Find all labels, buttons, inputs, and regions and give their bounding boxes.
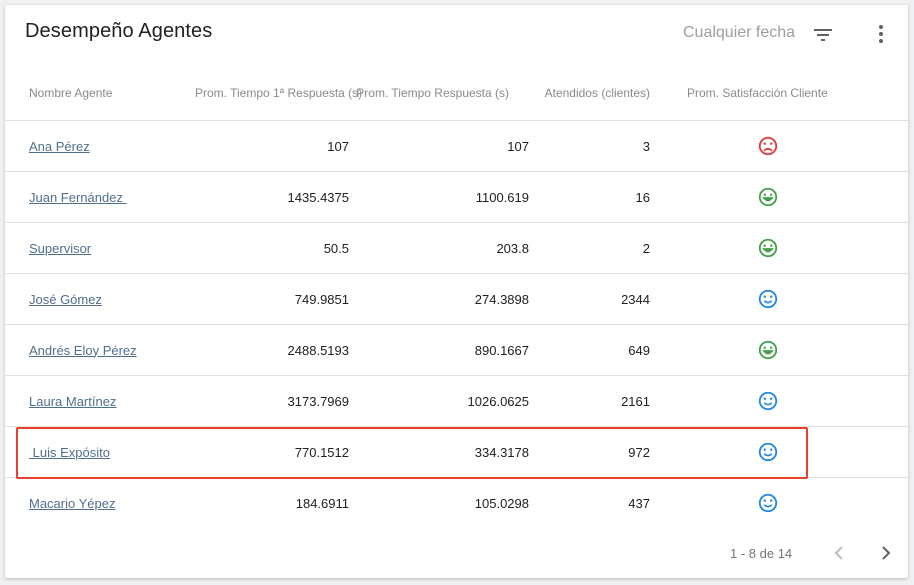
- chevron-left-icon[interactable]: [827, 541, 851, 565]
- column-header-first-response[interactable]: Prom. Tiempo 1ª Respuesta (s): [195, 65, 362, 121]
- agent-name-cell: Supervisor: [5, 222, 195, 274]
- first-response-cell: 749.9851: [195, 273, 349, 325]
- first-response-cell: 184.6911: [295, 495, 349, 511]
- filter-list-icon[interactable]: [811, 23, 835, 47]
- first-response-cell: 3173.7969: [195, 375, 349, 427]
- agent-name-cell: Juan Fernández: [5, 171, 195, 223]
- satisfaction-cell: [650, 120, 908, 172]
- response-time-cell: 1026.0625: [349, 375, 529, 427]
- response-time-cell: 334.3178: [349, 426, 529, 478]
- agent-name-link[interactable]: Ana Pérez: [29, 139, 90, 154]
- agent-name-link[interactable]: Macario Yépez: [29, 496, 115, 511]
- attended-cell: 649: [529, 324, 650, 376]
- attended-cell: 2344: [529, 273, 650, 325]
- column-header-satisfaction[interactable]: Prom. Satisfacción Cliente: [650, 65, 908, 121]
- response-time-cell: 107: [349, 120, 529, 172]
- satisfaction-cell: [650, 375, 908, 427]
- page-range-label: 1 - 8 de 14: [730, 546, 793, 561]
- agent-performance-card: Desempeño Agentes Cualquier fecha Nombre…: [5, 5, 908, 578]
- agent-name-cell: Ana Pérez: [5, 120, 195, 172]
- satisfaction-cell: [650, 478, 908, 529]
- neutral-face-icon: [758, 289, 778, 309]
- agent-name-link[interactable]: José Gómez: [29, 292, 102, 307]
- column-header-response-time[interactable]: Prom. Tiempo Respuesta (s): [349, 65, 529, 121]
- table-row[interactable]: Laura Martínez 3173.7969 1026.0625 2161: [5, 375, 908, 427]
- neutral-face-icon: [758, 391, 778, 411]
- response-time-cell: 274.3898: [349, 273, 529, 325]
- table-row[interactable]: Supervisor 50.5 203.8 2: [5, 222, 908, 274]
- card-title: Desempeño Agentes: [25, 20, 213, 42]
- neutral-face-icon: [758, 493, 778, 513]
- response-time-cell: 203.8: [349, 222, 529, 274]
- happy-face-icon: [758, 187, 778, 207]
- card-header: Desempeño Agentes Cualquier fecha: [5, 5, 908, 65]
- column-header-agent-name[interactable]: Nombre Agente: [5, 65, 195, 121]
- sad-face-icon: [758, 136, 778, 156]
- chevron-right-icon[interactable]: [874, 541, 898, 565]
- first-response-cell: 107: [195, 120, 349, 172]
- agent-name-cell: Macario Yépez: [5, 478, 195, 529]
- attended-cell: 972: [529, 426, 650, 478]
- first-response-cell: 2488.5193: [195, 324, 349, 376]
- satisfaction-cell: [650, 273, 908, 325]
- table-row[interactable]: Luis Expósito 770.1512 334.3178 972: [5, 426, 908, 478]
- column-header-attended[interactable]: Atendidos (clientes): [529, 65, 650, 121]
- agents-table: Nombre Agente Prom. Tiempo 1ª Respuesta …: [5, 65, 908, 528]
- agent-name-link[interactable]: Supervisor: [29, 241, 91, 256]
- satisfaction-cell: [650, 222, 908, 274]
- table-row[interactable]: José Gómez 749.9851 274.3898 2344: [5, 273, 908, 325]
- agent-name-cell: Laura Martínez: [5, 375, 195, 427]
- neutral-face-icon: [758, 442, 778, 462]
- first-response-cell: 1435.4375: [195, 171, 349, 223]
- attended-cell: 3: [529, 120, 650, 172]
- happy-face-icon: [758, 238, 778, 258]
- agent-name-link[interactable]: Juan Fernández: [29, 190, 127, 205]
- more-vert-icon[interactable]: [869, 22, 893, 46]
- agent-name-link[interactable]: Laura Martínez: [29, 394, 116, 409]
- table-row[interactable]: Andrés Eloy Pérez 2488.5193 890.1667 649: [5, 324, 908, 376]
- attended-cell: 2: [529, 222, 650, 274]
- satisfaction-cell: [650, 324, 908, 376]
- agent-name-cell: Andrés Eloy Pérez: [5, 324, 195, 376]
- attended-cell: 437: [628, 495, 650, 511]
- agent-name-link[interactable]: Luis Expósito: [29, 445, 110, 460]
- table-body: Ana Pérez 107 107 3 Juan Fernández 1435.4375…: [5, 120, 908, 529]
- agent-name-link[interactable]: Andrés Eloy Pérez: [29, 343, 137, 358]
- attended-cell: 2161: [529, 375, 650, 427]
- first-response-cell: 50.5: [195, 222, 349, 274]
- agent-name-cell: José Gómez: [5, 273, 195, 325]
- first-response-cell: 770.1512: [195, 426, 349, 478]
- date-filter-select[interactable]: Cualquier fecha: [683, 24, 795, 42]
- response-time-cell: 890.1667: [349, 324, 529, 376]
- table-row[interactable]: Ana Pérez 107 107 3: [5, 120, 908, 172]
- table-pagination: 1 - 8 de 14: [5, 533, 908, 573]
- table-row[interactable]: Juan Fernández 1435.4375 1100.619 16: [5, 171, 908, 223]
- attended-cell: 16: [529, 171, 650, 223]
- happy-face-icon: [758, 340, 778, 360]
- table-row[interactable]: Macario Yépez 184.6911 105.0298 437: [5, 478, 908, 529]
- table-header-row: Nombre Agente Prom. Tiempo 1ª Respuesta …: [5, 65, 908, 121]
- response-time-cell: 1100.619: [349, 171, 529, 223]
- response-time-cell: 105.0298: [474, 495, 529, 511]
- column-header-satisfaction-label: Prom. Satisfacción Cliente: [687, 85, 828, 100]
- satisfaction-cell: [650, 426, 908, 478]
- agent-name-cell: Luis Expósito: [5, 426, 195, 478]
- satisfaction-cell: [650, 171, 908, 223]
